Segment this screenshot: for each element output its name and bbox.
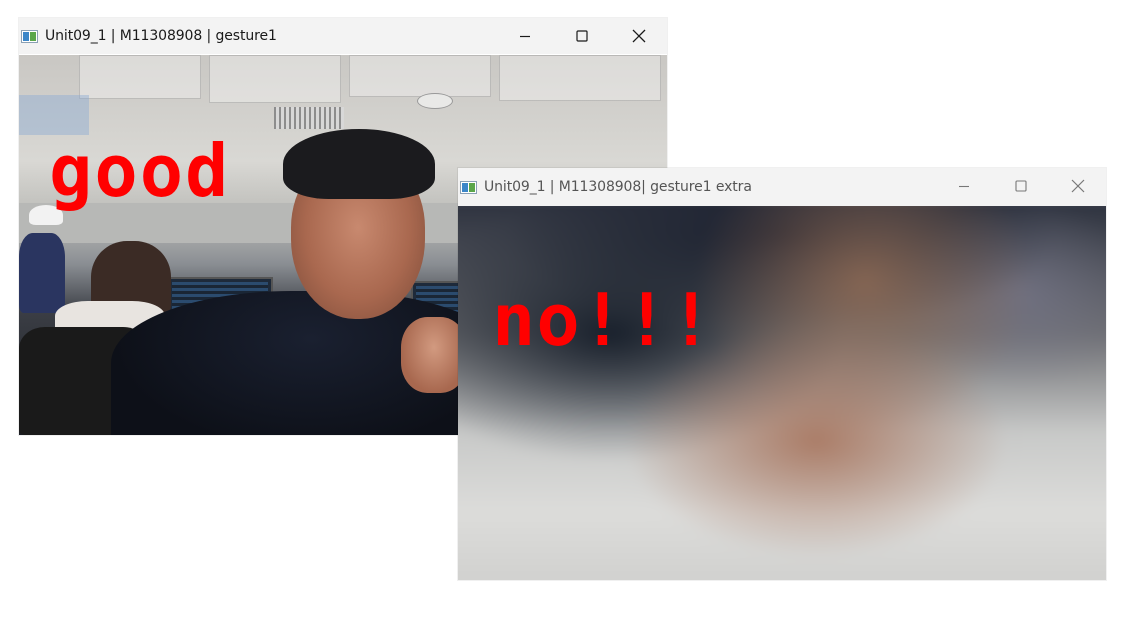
window-titlebar[interactable]: Unit09_1 | M11308908| gesture1 extra — [458, 168, 1106, 206]
window-title: Unit09_1 | M11308908 | gesture1 — [45, 28, 277, 44]
minimize-icon — [519, 35, 530, 38]
gesture-result-text: good — [49, 129, 231, 213]
ceiling-tile — [209, 55, 341, 103]
close-icon — [1071, 179, 1084, 193]
minimize-icon — [958, 185, 969, 188]
ceiling-light — [417, 93, 453, 109]
maximize-icon — [1014, 180, 1027, 192]
close-button[interactable] — [1049, 168, 1106, 204]
app-icon — [460, 180, 477, 194]
ceiling-tile — [79, 55, 201, 99]
ceiling-tile — [499, 55, 661, 101]
minimize-button[interactable] — [496, 18, 553, 54]
gesture-result-text: no!!! — [492, 278, 714, 362]
ceiling-vent — [274, 107, 344, 129]
background-person — [19, 233, 65, 313]
close-button[interactable] — [610, 18, 667, 54]
camera-feed: no!!! — [458, 206, 1106, 580]
maximize-button[interactable] — [992, 168, 1049, 204]
close-icon — [632, 29, 645, 43]
window-controls — [496, 18, 667, 54]
ceiling-tile — [349, 55, 491, 97]
window-titlebar[interactable]: Unit09_1 | M11308908 | gesture1 — [19, 18, 667, 54]
maximize-button[interactable] — [553, 18, 610, 54]
blurred-flipped-webcam-image — [458, 206, 1106, 580]
app-icon — [21, 29, 38, 43]
camera-window-gesture1-extra[interactable]: Unit09_1 | M11308908| gesture1 extra no!… — [458, 168, 1106, 580]
window-controls — [935, 168, 1106, 204]
minimize-button[interactable] — [935, 168, 992, 204]
person-hair — [283, 129, 435, 199]
window-title: Unit09_1 | M11308908| gesture1 extra — [484, 179, 752, 195]
maximize-icon — [575, 30, 588, 42]
